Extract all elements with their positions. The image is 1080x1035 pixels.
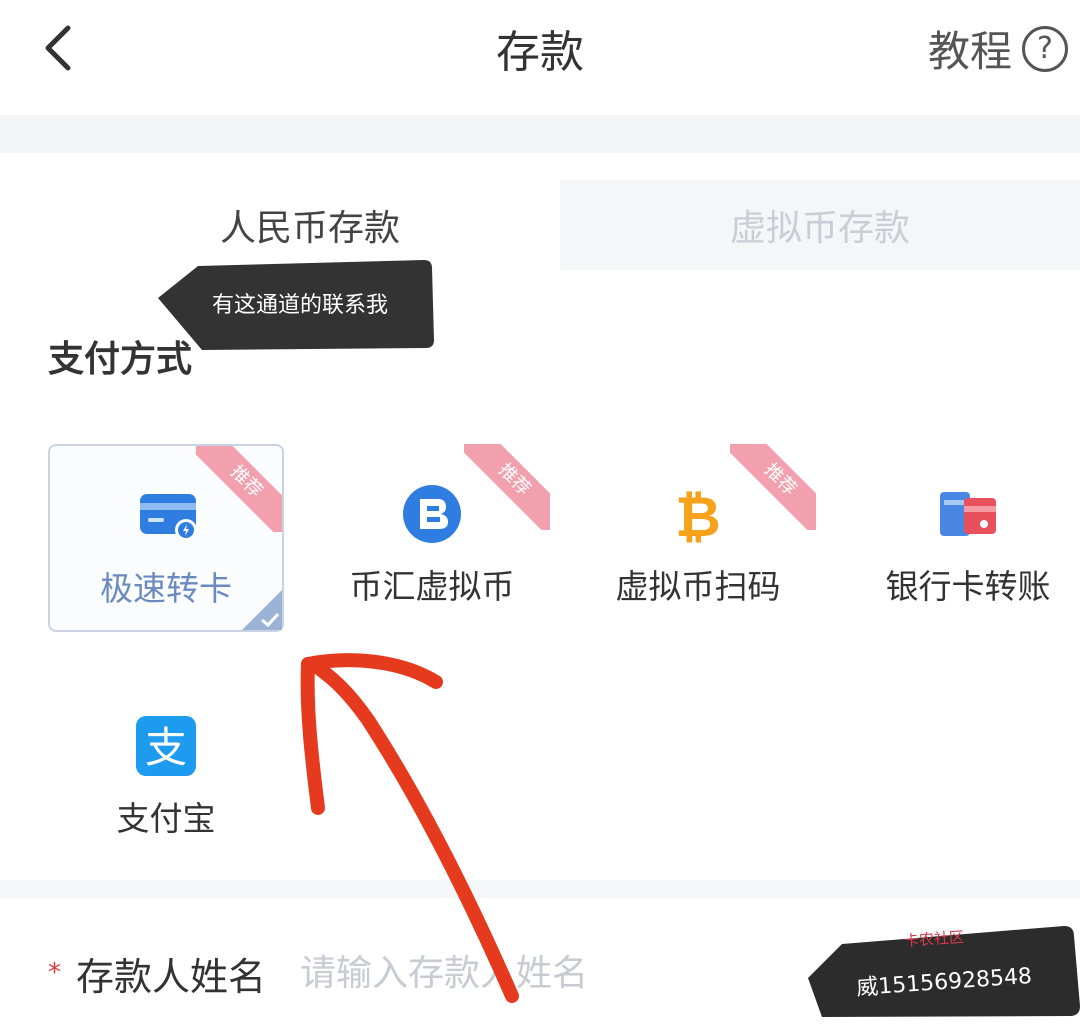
check-icon [242, 590, 282, 630]
tutorial-button[interactable]: 教程 ? [928, 18, 1068, 79]
method-label: 银行卡转账 [885, 567, 1051, 606]
bitcoin-icon: ₿ [675, 485, 721, 544]
section-divider [0, 115, 1080, 153]
alipay-icon: 支 [136, 716, 196, 776]
required-mark: * [48, 958, 61, 988]
deposit-tabs: 人民币存款 虚拟币存款 [0, 180, 1080, 270]
contact-tooltip: 有这通道的联系我 [158, 260, 434, 350]
method-label: 支付宝 [116, 799, 216, 838]
page-title: 存款 [496, 27, 584, 78]
tutorial-label: 教程 [927, 27, 1012, 76]
method-alipay[interactable]: 支 支付宝 [48, 676, 284, 864]
method-bank-card-transfer[interactable]: 银行卡转账 [850, 444, 1080, 632]
watermark-badge: 卡农社区 威15156928548 [808, 926, 1080, 1017]
card-transfer-icon [140, 494, 197, 541]
bihui-coin-icon [403, 485, 461, 543]
svg-text:₿: ₿ [675, 485, 721, 544]
payment-method-title: 支付方式 [48, 339, 193, 380]
tab-crypto-deposit[interactable]: 虚拟币存款 [560, 180, 1080, 270]
tab-rmb-deposit[interactable]: 人民币存款 [40, 180, 580, 270]
tooltip-text: 有这通道的联系我 [212, 293, 389, 318]
recommend-badge: 推荐 [196, 446, 282, 532]
watermark-logo: 卡农社区 [903, 927, 965, 951]
depositor-name-label: 存款人姓名 [76, 955, 267, 999]
recommend-badge: 推荐 [730, 444, 816, 530]
method-fast-card-transfer[interactable]: 极速转卡 推荐 [48, 444, 284, 632]
depositor-name-input[interactable] [298, 942, 822, 1004]
recommend-badge: 推荐 [464, 444, 550, 530]
svg-text:支: 支 [145, 723, 187, 772]
bank-card-icon [940, 492, 996, 536]
method-crypto-scan[interactable]: ₿ 虚拟币扫码 推荐 [580, 444, 816, 632]
method-bihui-coin[interactable]: 币汇虚拟币 推荐 [314, 444, 550, 632]
help-icon: ? [1022, 25, 1068, 72]
top-bar: 存款 教程 ? [0, 0, 1080, 115]
method-label: 虚拟币扫码 [615, 567, 781, 606]
method-label: 币汇虚拟币 [349, 567, 515, 606]
